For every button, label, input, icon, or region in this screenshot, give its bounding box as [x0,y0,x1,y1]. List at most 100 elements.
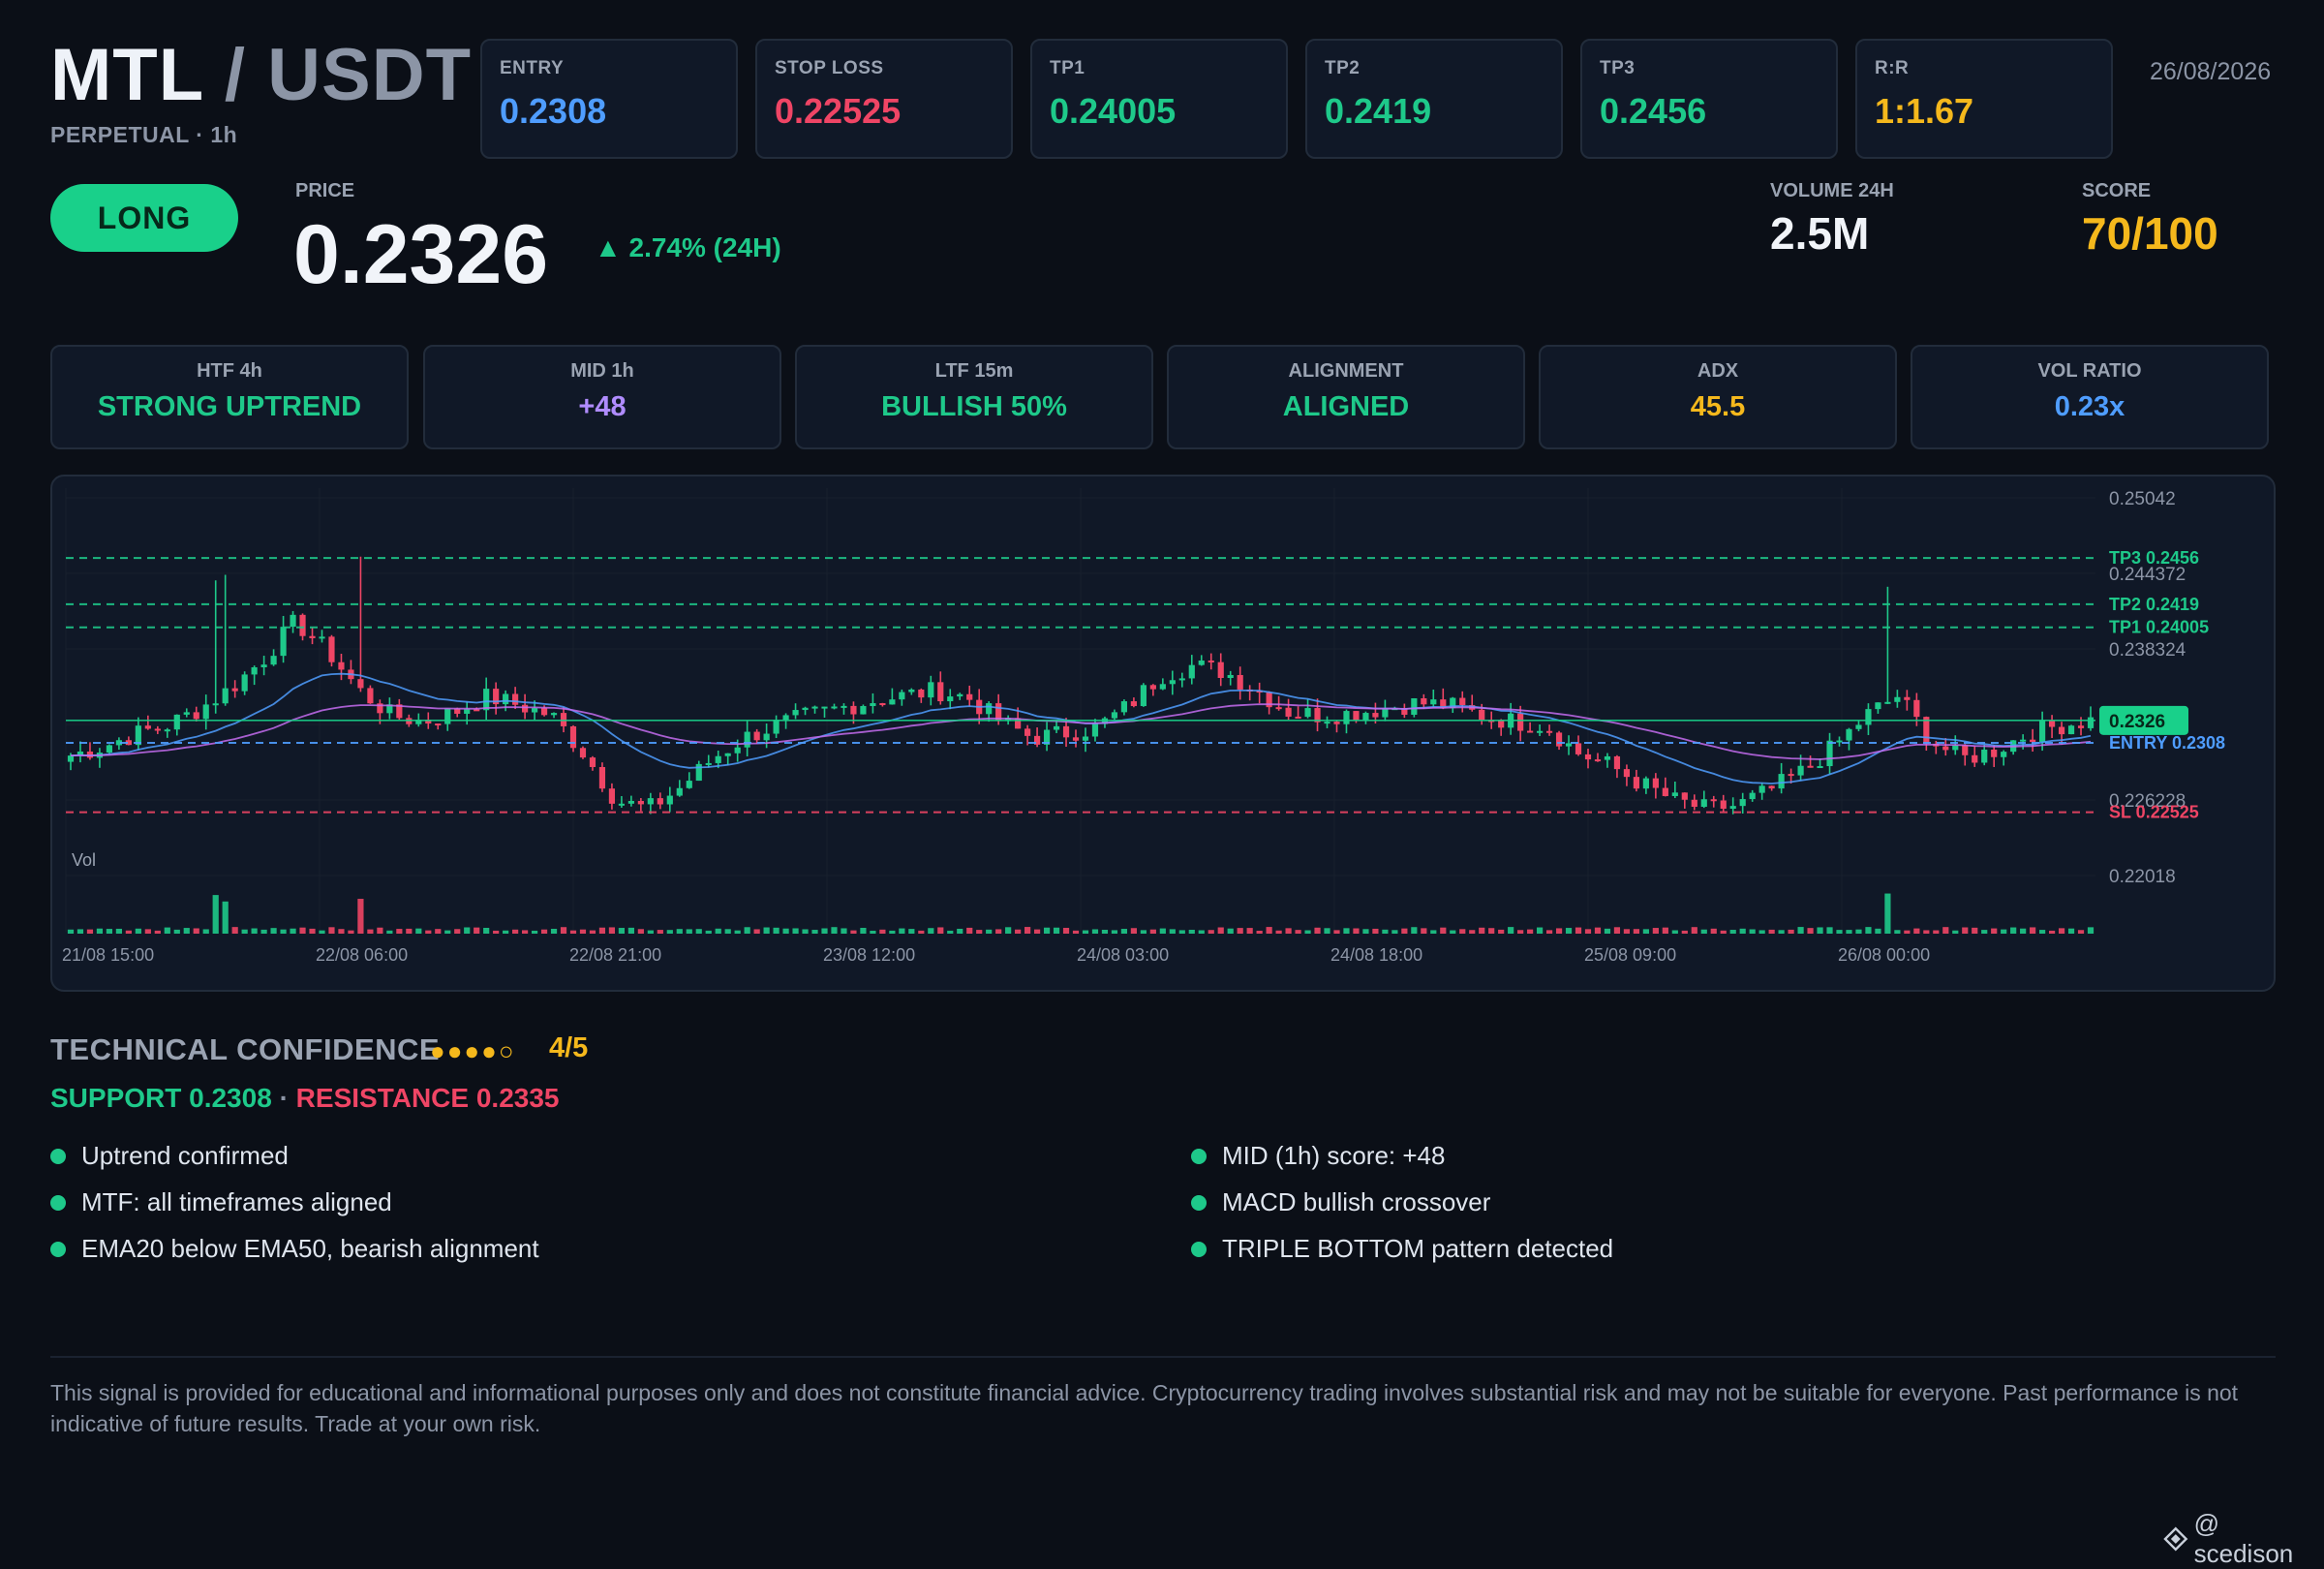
candle-body [173,714,180,730]
volume-bar [550,929,558,934]
candle-body [908,689,915,692]
volume-bar [589,930,596,934]
volume-bar [396,929,403,934]
candle-body [1904,696,1911,700]
candle-body [1285,707,1292,717]
volume-bar [2010,927,2017,934]
bullet-dot-icon [50,1148,66,1164]
volume-bar [1450,930,1456,934]
volume-bar [928,928,934,934]
volume-bar [1671,930,1678,934]
volume-bar [1894,930,1901,934]
volume-value: 2.5M [1770,208,1870,259]
candle-body [724,753,731,756]
level-label-tp2: TP2 0.2419 [2109,595,2199,614]
volume-bar [1565,928,1573,934]
candle-body [1778,774,1785,789]
volume-bar [260,929,267,934]
volume-bar [1923,930,1930,934]
bullet-dot-icon [50,1241,66,1257]
tp3-label: TP3 [1600,58,1636,78]
candle-body [676,787,683,796]
tp1-card: TP1 0.24005 [1030,39,1288,159]
candle-body [589,757,596,767]
candle-body [1111,712,1118,719]
volume-bar [1681,930,1688,934]
volume-bar [125,930,132,934]
candle-body [831,706,838,709]
candle-body [531,708,538,713]
volume-bar [1101,929,1109,934]
volume-bar [1479,927,1485,934]
volume-bar [1613,927,1621,934]
candle-body [763,733,770,741]
candle-body [1082,736,1089,741]
support-resistance-separator: · [279,1083,289,1113]
bullet-dot-icon [1191,1241,1207,1257]
tp3-value: 0.2456 [1600,91,1707,131]
volume-bar [1043,927,1051,934]
candle-body [734,747,741,754]
candle-body [1140,685,1147,707]
volume-bar [676,929,683,934]
level-label-tp3: TP3 0.2456 [2109,548,2199,568]
volume-bar [377,927,383,934]
volume-bar [1333,930,1340,934]
candle-body [1642,778,1649,789]
volume-bar [1401,928,1408,934]
volume-bar [1817,927,1823,934]
candle-body [1662,787,1668,796]
x-tick-label: 24/08 03:00 [1077,945,1169,965]
volume-bar [1904,930,1911,934]
volume-bar [319,930,325,934]
reason-item: MACD bullish crossover [1191,1187,1490,1217]
candle-body [435,723,442,726]
metric-htf: HTF 4h STRONG UPTREND [50,345,409,449]
volume-bar [1275,930,1282,934]
x-tick-label: 26/08 00:00 [1838,945,1930,965]
volume-bar [899,928,905,934]
volume-bar [1555,928,1563,934]
volume-bar [647,930,654,934]
candle-body [1768,785,1775,789]
candle-body [686,781,692,788]
volume-bar [251,928,258,934]
volume-bar [1372,928,1379,934]
candle-body [1024,728,1031,736]
candle-body [879,703,886,706]
candle-body [1062,725,1070,738]
x-tick-label: 22/08 21:00 [569,945,661,965]
volume-bar [1826,927,1833,934]
metric-mid: MID 1h +48 [423,345,781,449]
candle-body [1749,792,1756,800]
candle-body [1353,711,1360,722]
candle-body [1652,778,1659,788]
candle-body [280,627,287,657]
volume-bar [1517,930,1524,934]
candle-body [522,704,529,713]
disclaimer-text: This signal is provided for educational … [50,1380,2239,1436]
volume-bar [280,929,287,934]
volume-bar [715,928,721,934]
volume-bar [144,929,151,934]
candle-body [512,693,519,705]
volume-bar [860,928,867,934]
volume-bar [1469,930,1476,934]
candle-body [1072,737,1080,741]
candle-body [290,614,296,628]
candle-body [1691,799,1697,808]
reason-text: MID (1h) score: +48 [1222,1141,1446,1170]
volume-bar [2087,927,2095,934]
volume-bar [386,930,393,934]
candle-body [357,679,364,689]
y-tick-label: 0.22018 [2109,867,2176,887]
candle-body [67,755,75,762]
volume-bar [1440,927,1447,934]
diamond-icon [2163,1526,2188,1552]
volume-bar [1527,929,1534,934]
volume-bar [173,929,180,934]
candle-body [299,614,306,636]
volume-bar [1508,927,1514,934]
candle-body [1584,754,1592,760]
volume-bar [1652,928,1659,934]
